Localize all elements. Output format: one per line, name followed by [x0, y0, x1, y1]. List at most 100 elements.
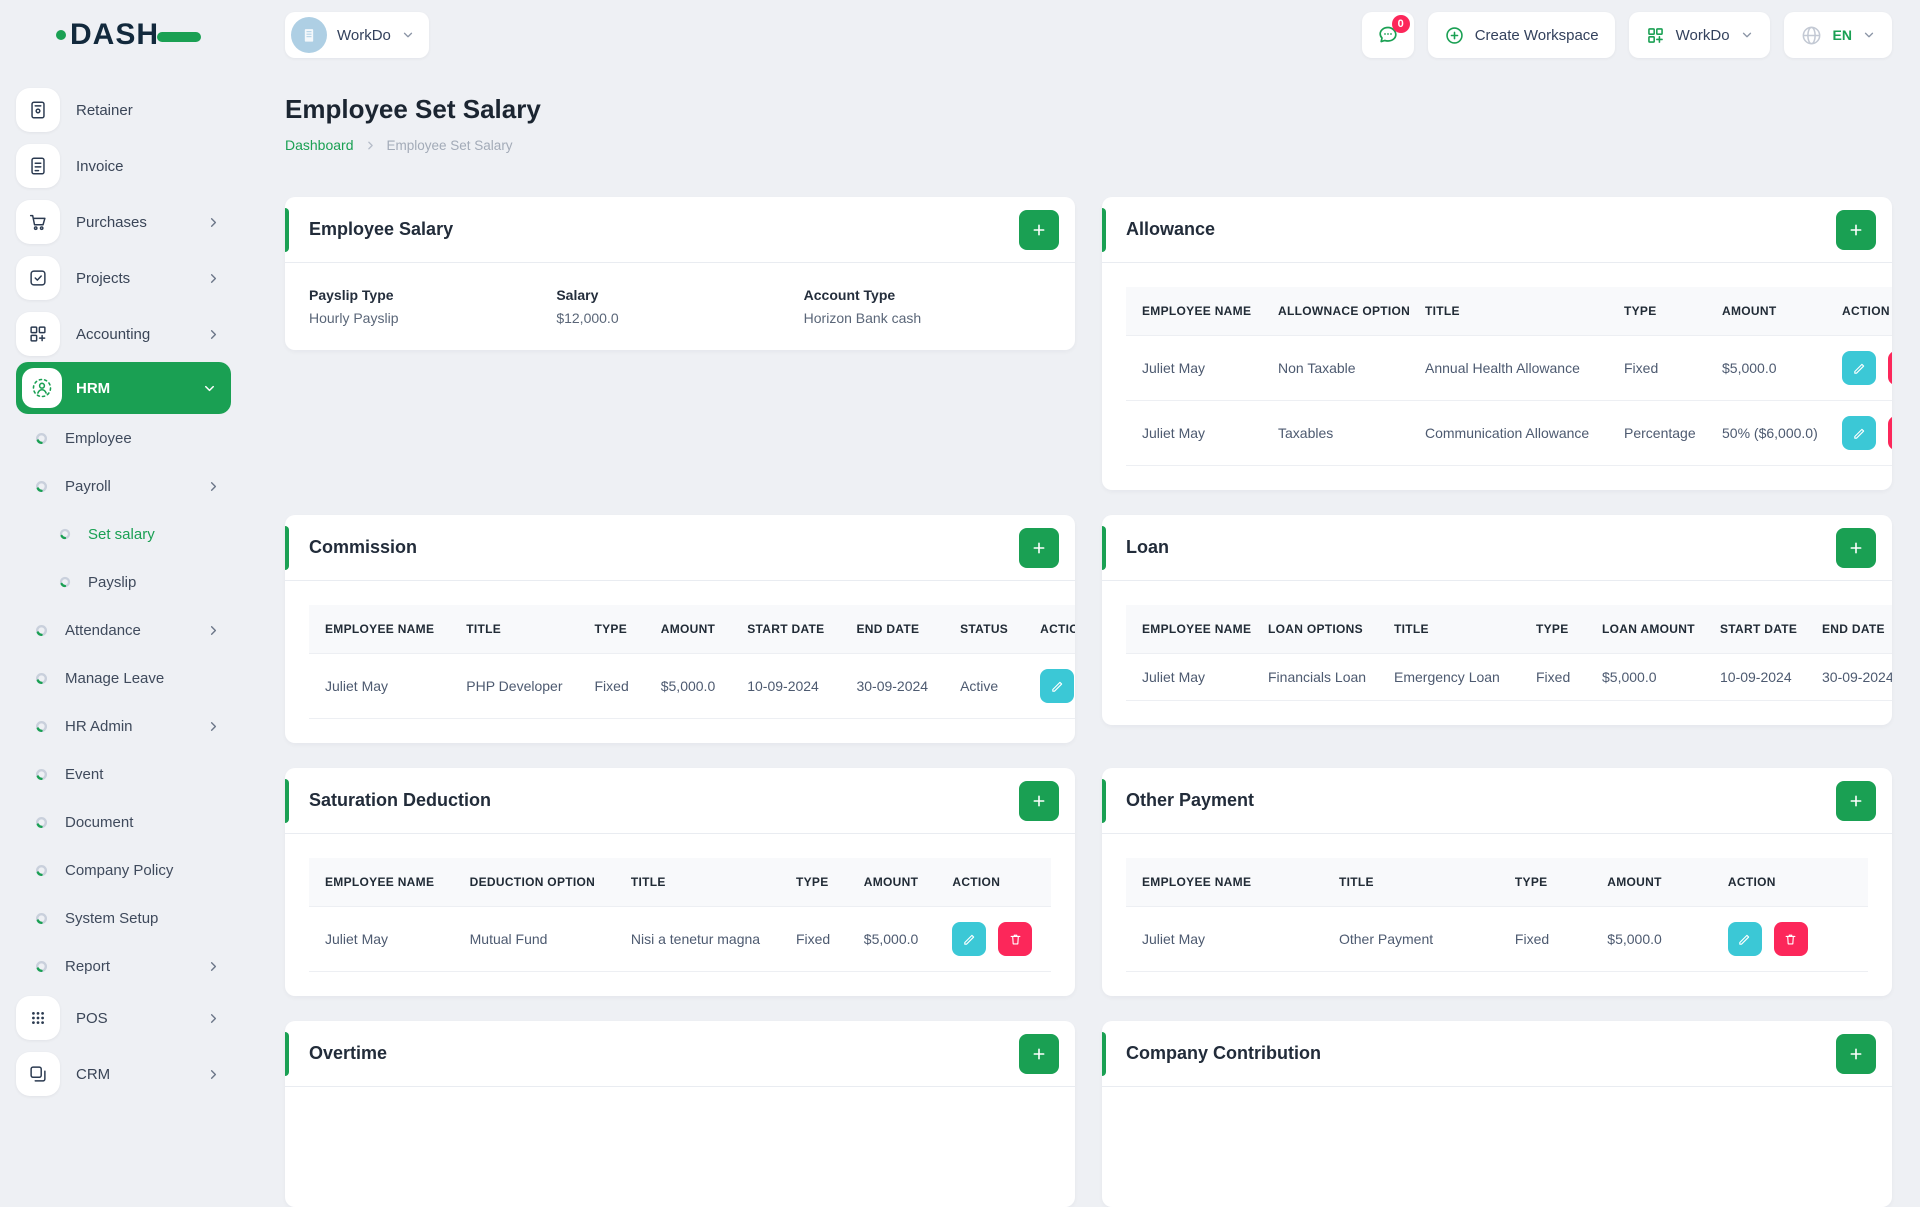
column-header: ALLOWNACE OPTION	[1262, 287, 1409, 336]
delete-button[interactable]	[998, 922, 1032, 956]
cell-action	[1024, 654, 1075, 719]
table-row: Juliet May Mutual Fund Nisi a tenetur ma…	[309, 907, 1051, 972]
column-header: AMOUNT	[1591, 858, 1712, 907]
add-commission-button[interactable]	[1019, 528, 1059, 568]
cell-action	[1826, 336, 1892, 401]
sidebar-item-label: Set salary	[88, 526, 155, 543]
cell-loan-option: Financials Loan	[1252, 654, 1378, 701]
pencil-icon	[1852, 361, 1867, 376]
card-title: Commission	[309, 537, 417, 558]
column-header: TYPE	[1608, 287, 1706, 336]
sidebar-item-attendance[interactable]: Attendance	[16, 606, 255, 654]
sidebar-item-accounting[interactable]: Accounting	[16, 306, 255, 362]
sidebar-item-purchases[interactable]: Purchases	[16, 194, 255, 250]
cell-type: Fixed	[1499, 907, 1591, 972]
salary-fields: Payslip Type Hourly Payslip Salary $12,0…	[309, 287, 1051, 326]
create-workspace-button[interactable]: Create Workspace	[1428, 12, 1615, 58]
sidebar-item-employee[interactable]: Employee	[16, 414, 255, 462]
sidebar-item-label: Document	[65, 814, 133, 831]
cell-employee-name: Juliet May	[1126, 907, 1323, 972]
sidebar-item-hr-admin[interactable]: HR Admin	[16, 702, 255, 750]
add-other-payment-button[interactable]	[1836, 781, 1876, 821]
messages-badge: 0	[1392, 15, 1410, 33]
sidebar-item-payslip[interactable]: Payslip	[16, 558, 255, 606]
table-row: Juliet May Taxables Communication Allowa…	[1126, 401, 1892, 466]
add-loan-button[interactable]	[1836, 528, 1876, 568]
edit-button[interactable]	[1842, 416, 1876, 450]
chevron-down-icon	[1740, 28, 1754, 42]
plus-icon	[1848, 222, 1864, 238]
table-row: Juliet May Financials Loan Emergency Loa…	[1126, 654, 1892, 701]
column-header: AMOUNT	[645, 605, 732, 654]
sidebar-item-company-policy[interactable]: Company Policy	[16, 846, 255, 894]
add-allowance-button[interactable]	[1836, 210, 1876, 250]
hrm-icon	[22, 368, 62, 408]
sidebar-item-set-salary[interactable]: Set salary	[16, 510, 255, 558]
field-label: Account Type	[804, 287, 1051, 303]
sidebar-item-invoice[interactable]: Invoice	[16, 138, 255, 194]
column-header: ACTION	[1712, 858, 1868, 907]
workspace-selector[interactable]: WorkDo	[285, 12, 429, 58]
sidebar-item-retainer[interactable]: Retainer	[16, 82, 255, 138]
language-label: EN	[1833, 27, 1852, 43]
plus-icon	[1848, 540, 1864, 556]
other-payment-card-body: EMPLOYEE NAME TITLE TYPE AMOUNT ACTION J…	[1102, 834, 1892, 996]
cell-employee-name: Juliet May	[309, 907, 454, 972]
sidebar-item-system-setup[interactable]: System Setup	[16, 894, 255, 942]
cards-grid: Employee Salary Payslip Type Hourly Pays…	[285, 197, 1892, 1207]
card-accent-bar	[285, 1032, 289, 1076]
card-title: Allowance	[1126, 219, 1215, 240]
sidebar-item-document[interactable]: Document	[16, 798, 255, 846]
add-saturation-deduction-button[interactable]	[1019, 781, 1059, 821]
plus-icon	[1031, 540, 1047, 556]
sidebar-item-report[interactable]: Report	[16, 942, 255, 990]
column-header: EMPLOYEE NAME	[1126, 287, 1262, 336]
bullet-icon	[34, 767, 49, 782]
cell-action	[1712, 907, 1868, 972]
edit-button[interactable]	[1728, 922, 1762, 956]
sidebar-item-projects[interactable]: Projects	[16, 250, 255, 306]
add-company-contribution-button[interactable]	[1836, 1034, 1876, 1074]
messages-button[interactable]: 0	[1362, 12, 1414, 58]
workdo-menu-button[interactable]: WorkDo	[1629, 12, 1770, 58]
field-value: Horizon Bank cash	[804, 310, 1051, 326]
card-accent-bar	[1102, 526, 1106, 570]
column-header: EMPLOYEE NAME	[309, 858, 454, 907]
add-overtime-button[interactable]	[1019, 1034, 1059, 1074]
plus-icon	[1848, 793, 1864, 809]
plus-icon	[1031, 1046, 1047, 1062]
cell-status: Active	[944, 654, 1024, 719]
plus-circle-icon	[1444, 25, 1465, 46]
edit-button[interactable]	[952, 922, 986, 956]
sidebar-item-manage-leave[interactable]: Manage Leave	[16, 654, 255, 702]
column-header: AMOUNT	[1706, 287, 1826, 336]
saturation-deduction-card: Saturation Deduction EMPLOYEE NAME DEDUC…	[285, 768, 1075, 996]
column-header: LOAN OPTIONS	[1252, 605, 1378, 654]
edit-button[interactable]	[1842, 351, 1876, 385]
overtime-card-header: Overtime	[285, 1021, 1075, 1087]
cell-end-date: 30-09-2024	[840, 654, 944, 719]
column-header: END DATE	[840, 605, 944, 654]
saturation-deduction-table: EMPLOYEE NAME DEDUCTION OPTION TITLE TYP…	[309, 858, 1051, 972]
sidebar-item-label: Projects	[76, 270, 130, 287]
add-employee-salary-button[interactable]	[1019, 210, 1059, 250]
column-header: END DATE	[1806, 605, 1892, 654]
sidebar-item-hrm[interactable]: HRM	[16, 362, 231, 414]
sidebar-item-label: HR Admin	[65, 718, 133, 735]
delete-button[interactable]	[1774, 922, 1808, 956]
breadcrumb-dashboard-link[interactable]: Dashboard	[285, 137, 354, 153]
sidebar-item-event[interactable]: Event	[16, 750, 255, 798]
chevron-right-icon	[206, 215, 221, 230]
field-value: Hourly Payslip	[309, 310, 556, 326]
field-value: $12,000.0	[556, 310, 803, 326]
cell-title: Other Payment	[1323, 907, 1499, 972]
logo-text: DASH	[70, 18, 159, 52]
sidebar-item-payroll[interactable]: Payroll	[16, 462, 255, 510]
edit-button[interactable]	[1040, 669, 1074, 703]
delete-button[interactable]	[1888, 351, 1892, 385]
chevron-right-icon	[206, 1011, 221, 1026]
language-selector[interactable]: EN	[1784, 12, 1892, 58]
other-payment-table: EMPLOYEE NAME TITLE TYPE AMOUNT ACTION J…	[1126, 858, 1868, 972]
delete-button[interactable]	[1888, 416, 1892, 450]
sidebar-item-pos[interactable]: POS	[16, 990, 255, 1046]
